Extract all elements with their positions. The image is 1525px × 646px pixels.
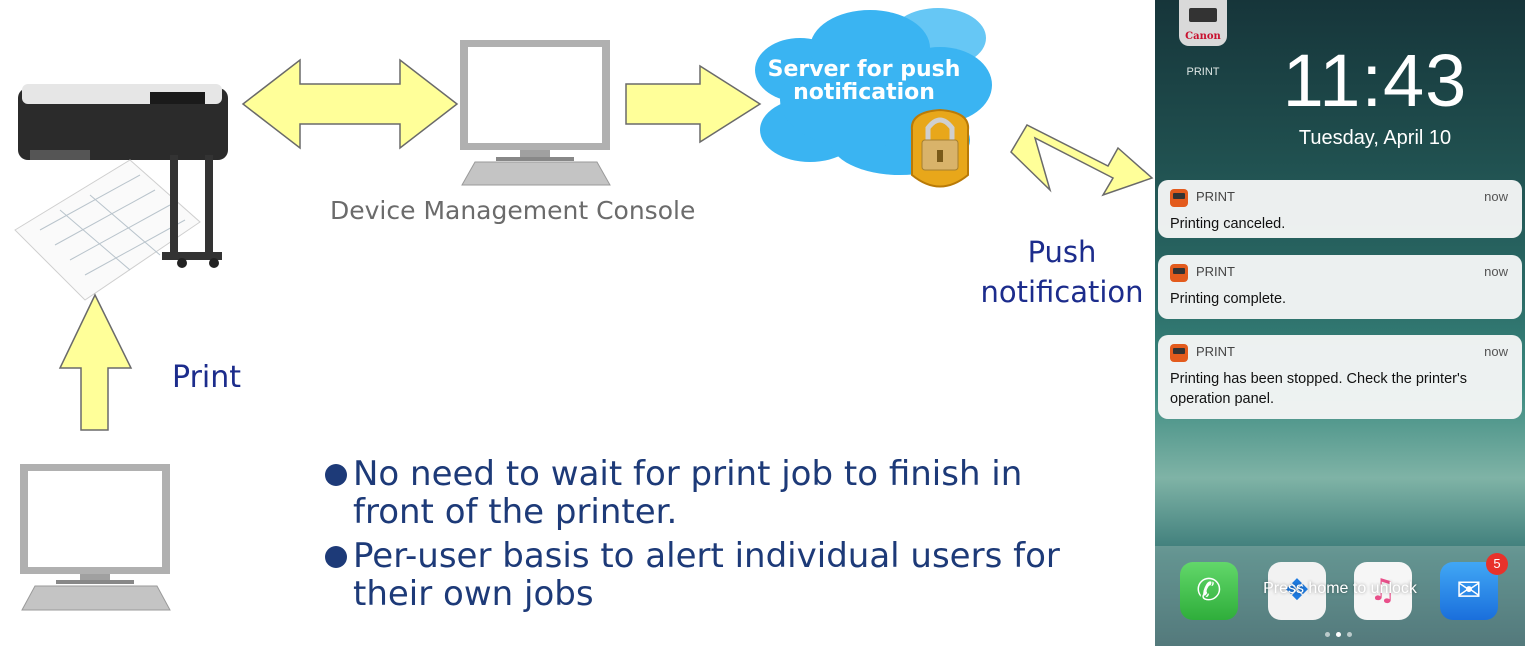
push-notification-label: Push notification	[980, 235, 1144, 309]
bullet-dot-icon	[325, 464, 347, 486]
benefit-list: No need to wait for print job to finish …	[325, 455, 1085, 619]
print-label: Print	[172, 360, 242, 395]
print-arrow	[58, 293, 133, 431]
console-monitor-icon	[460, 40, 611, 186]
lock-clock: 11:43	[1282, 39, 1468, 122]
notification-card[interactable]: PRINT now Printing complete.	[1158, 255, 1522, 319]
benefit-item: No need to wait for print job to finish …	[325, 455, 1085, 531]
benefit-item: Per-user basis to alert individual users…	[325, 537, 1085, 613]
notification-time: now	[1484, 264, 1508, 279]
unlock-hint: Press home to unlock	[1263, 580, 1417, 597]
app-brand-logo: Canon	[1185, 31, 1221, 42]
lock-icon	[910, 108, 970, 188]
notification-message: Printing complete.	[1170, 291, 1287, 307]
print-app-small-icon	[1170, 189, 1188, 207]
cloud-label: Server for push notification	[767, 57, 961, 105]
notification-message: Printing has been stopped. Check the pri…	[1170, 371, 1467, 407]
notification-message: Printing canceled.	[1170, 216, 1286, 232]
lock-date: Tuesday, April 10	[1298, 127, 1452, 149]
printer-icon	[14, 84, 228, 301]
print-app-small-icon	[1170, 264, 1188, 282]
notification-app: PRINT	[1196, 344, 1235, 359]
printer-glyph-icon	[1189, 8, 1217, 22]
bullet-dot-icon	[325, 546, 347, 568]
client-pc-icon	[20, 464, 171, 611]
notification-card[interactable]: PRINT now Printing has been stopped. Che…	[1158, 335, 1522, 419]
notification-card[interactable]: PRINT now Printing canceled.	[1158, 180, 1522, 238]
console-label: Device Management Console	[330, 196, 696, 225]
phone-icon[interactable]: ✆	[1180, 562, 1238, 620]
notification-app: PRINT	[1196, 189, 1235, 204]
page-indicator	[1322, 622, 1362, 637]
mail-badge: 5	[1486, 553, 1508, 575]
notification-app: PRINT	[1196, 264, 1235, 279]
push-arrow	[1010, 124, 1154, 197]
app-name-label: PRINT	[1186, 66, 1220, 78]
print-app-small-icon	[1170, 344, 1188, 362]
phone-lock-screen: Canon PRINT 11:43 Tuesday, April 10 PRIN…	[1155, 0, 1525, 646]
arrow-to-cloud	[625, 64, 762, 144]
notification-time: now	[1484, 189, 1508, 204]
print-app-icon[interactable]: Canon	[1179, 0, 1227, 46]
bidirectional-arrow	[241, 58, 459, 150]
notification-time: now	[1484, 344, 1508, 359]
